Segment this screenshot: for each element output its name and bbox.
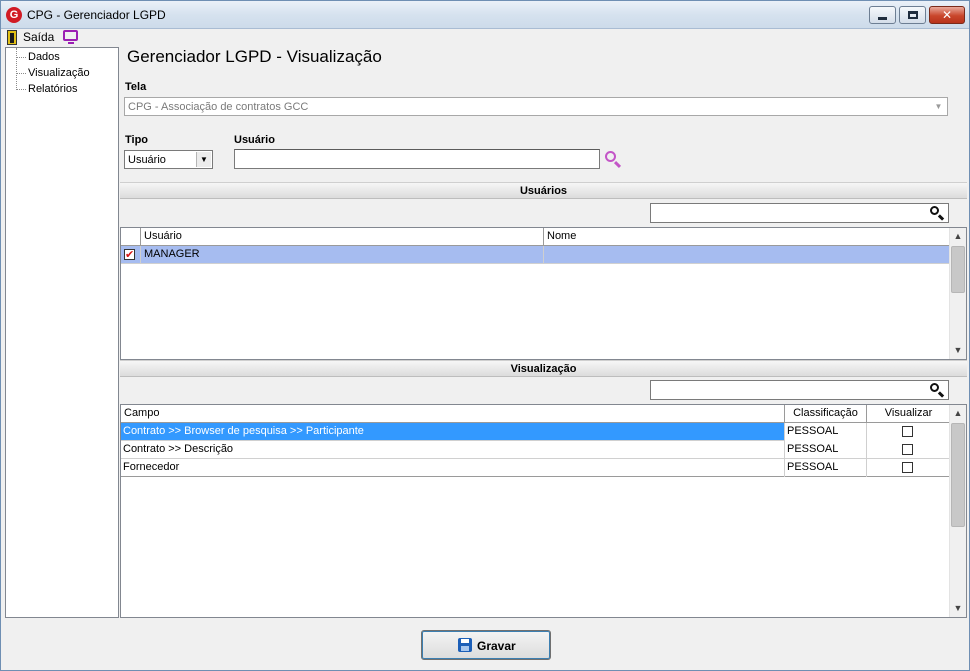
close-icon: ✕ [941,8,953,22]
cell-visualizar [867,459,950,477]
chevron-down-icon[interactable]: ▼ [196,152,211,167]
visualizar-checkbox[interactable] [902,462,913,473]
tree-item-dados[interactable]: Dados [6,50,118,66]
app-logo-icon: G [6,7,22,23]
window-title: CPG - Gerenciador LGPD [27,8,166,22]
exit-menu-item[interactable]: Saída [23,30,54,44]
cell-campo: Contrato >> Descrição [121,441,785,459]
cell-classificacao: PESSOAL [785,459,867,477]
scroll-down-icon[interactable]: ▼ [950,342,966,359]
visualizar-checkbox[interactable] [902,444,913,455]
scroll-thumb[interactable] [951,246,965,293]
title-bar[interactable]: G CPG - Gerenciador LGPD ✕ [1,1,969,29]
minimize-button[interactable] [869,6,896,24]
column-header-nome[interactable]: Nome [544,228,950,246]
tree-item-label: Dados [28,51,60,63]
tree-item-label: Visualização [28,67,90,79]
tree-item-label: Relatórios [28,83,78,95]
search-icon-handle [613,160,622,169]
search-icon [605,151,616,162]
page-title: Gerenciador LGPD - Visualização [127,47,382,66]
tipo-label: Tipo [125,134,149,146]
chevron-down-icon[interactable]: ▼ [931,99,946,114]
table-row[interactable]: Fornecedor PESSOAL [121,459,950,477]
scroll-up-icon[interactable]: ▲ [950,405,966,422]
tipo-select[interactable]: Usuário ▼ [124,150,213,169]
monitor-icon[interactable] [63,30,78,44]
users-grid: Usuário Nome MANAGER ▲ ▼ [120,227,967,360]
tela-select-value: CPG - Associação de contratos GCC [128,101,309,113]
cell-campo: Contrato >> Browser de pesquisa >> Parti… [121,423,785,441]
search-icon [930,206,939,215]
visualizacao-grid-header: Campo Classificação Visualizar [121,405,950,423]
column-header-classificacao[interactable]: Classificação [785,405,867,423]
save-button[interactable]: Gravar [421,630,551,660]
cell-visualizar [867,441,950,459]
table-row[interactable]: Contrato >> Descrição PESSOAL [121,441,950,459]
scroll-up-icon[interactable]: ▲ [950,228,966,245]
cell-campo: Fornecedor [121,459,785,477]
visualizacao-filter-input[interactable] [650,380,949,400]
save-button-label: Gravar [477,639,516,653]
column-header-usuario[interactable]: Usuário [141,228,544,246]
tela-label: Tela [125,81,147,93]
tela-select[interactable]: CPG - Associação de contratos GCC ▼ [124,97,948,116]
visualizacao-section-header: Visualização [120,360,967,377]
scroll-thumb[interactable] [951,423,965,527]
scroll-down-icon[interactable]: ▼ [950,600,966,617]
exit-door-icon[interactable] [7,30,17,45]
cell-usuario: MANAGER [141,246,544,264]
minimize-icon [878,16,887,20]
tree-connector [16,89,26,90]
floppy-disk-icon [458,638,472,652]
main-window: G CPG - Gerenciador LGPD ✕ Saída Dados V… [0,0,970,671]
tree-connector [16,73,26,74]
close-button[interactable]: ✕ [929,6,965,24]
search-icon-handle [937,391,945,398]
cell-nome [544,246,950,264]
column-header-campo[interactable]: Campo [121,405,785,423]
search-icon-handle [937,214,945,221]
cell-classificacao: PESSOAL [785,423,867,441]
menu-bar: Saída [1,29,969,46]
row-checkbox-cell [121,246,141,264]
tipo-select-value: Usuário [128,154,166,166]
usuario-label: Usuário [234,134,275,146]
users-grid-header: Usuário Nome [121,228,950,246]
table-row[interactable]: MANAGER [121,246,950,264]
visualizar-checkbox[interactable] [902,426,913,437]
tree-connector [16,57,26,58]
maximize-button[interactable] [899,6,926,24]
table-row[interactable]: Contrato >> Browser de pesquisa >> Parti… [121,423,950,441]
tree-item-visualizacao[interactable]: Visualização [6,66,118,82]
users-scrollbar[interactable]: ▲ ▼ [949,228,966,359]
navigation-tree: Dados Visualização Relatórios [5,47,119,618]
tree-item-relatorios[interactable]: Relatórios [6,82,118,98]
maximize-icon [907,11,918,19]
usuario-input[interactable] [234,149,600,169]
row-checkbox[interactable] [124,247,135,264]
visualizacao-grid: Campo Classificação Visualizar Contrato … [120,404,967,618]
search-button[interactable] [605,151,623,169]
search-icon [930,383,939,392]
filter-search-button[interactable] [930,383,945,398]
visualizacao-scrollbar[interactable]: ▲ ▼ [949,405,966,617]
cell-classificacao: PESSOAL [785,441,867,459]
checkbox-column-header [121,228,141,246]
column-header-visualizar[interactable]: Visualizar [867,405,950,423]
users-section-header: Usuários [120,182,967,199]
filter-search-button[interactable] [930,206,945,221]
users-filter-input[interactable] [650,203,949,223]
cell-visualizar [867,423,950,441]
